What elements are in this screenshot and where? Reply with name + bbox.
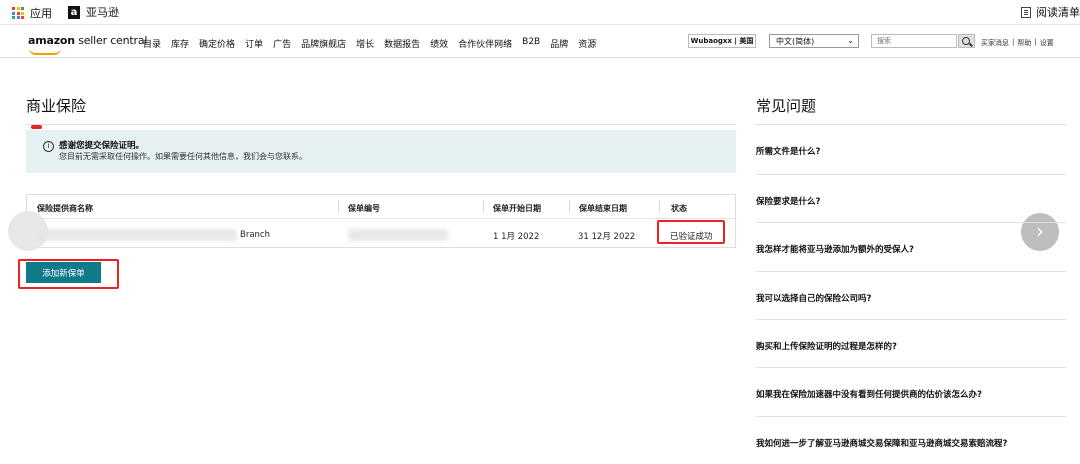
menu-item-growth[interactable]: 增长 [356,37,374,50]
notice-body: 您目前无需采取任何操作。如果需要任何其他信息，我们会与您联系。 [59,152,307,161]
faq-question: 我如何进一步了解亚马逊商城交易保障和亚马逊商城交易索赔流程? [756,439,1008,449]
redacted-policy-number [348,229,448,241]
col-separator [338,200,339,213]
page-title: 商业保险 [26,97,87,115]
top-navigation: amazon seller central 目录 库存 确定价格 订单 广告 品… [0,25,1080,58]
faq-question: 如果我在保险加速器中没有看到任何提供商的估价该怎么办? [756,390,982,400]
apps-grid-dot [12,7,15,10]
menu-item-partner-network[interactable]: 合作伙伴网络 [458,37,512,50]
faq-item[interactable]: 我如何进一步了解亚马逊商城交易保障和亚马逊商城交易索赔流程? [756,416,1066,464]
main-menu: 目录 库存 确定价格 订单 广告 品牌旗舰店 增长 数据报告 绩效 合作伙伴网络… [143,37,596,50]
end-date: 31 12月 2022 [578,232,636,242]
apps-grid-dot [21,7,24,10]
apps-grid-dot [21,11,24,15]
annotation-mark [31,125,42,129]
menu-item-b2b[interactable]: B2B [522,37,540,50]
col-status: 状态 [671,204,687,213]
amazon-smile-icon [29,48,61,55]
apps-label: 应用 [30,7,52,20]
account-switcher[interactable]: Wubaogxx | 美国 [688,34,756,48]
logo-sc-text: seller central [74,34,148,47]
start-date: 1 1月 2022 [493,232,540,242]
apps-grid-dot [12,11,15,15]
amazon-logo-icon: a [68,5,80,19]
menu-item-brands[interactable]: 品牌 [550,37,568,50]
menu-item-resources[interactable]: 资源 [578,37,596,50]
col-policy-number: 保单编号 [348,204,380,213]
apps-grid-dot [16,16,20,19]
bookmarks-bar: 应用 a 亚马逊 阅读清单 [0,0,1080,25]
menu-item-pricing[interactable]: 确定价格 [199,37,235,50]
menu-item-catalog[interactable]: 目录 [143,37,161,50]
chevron-down-icon: ⌄ [847,36,854,45]
col-separator [569,200,570,213]
faq-item[interactable]: 购买和上传保险证明的过程是怎样的? [756,319,1066,367]
seller-central-logo[interactable]: amazon seller central [28,34,147,47]
menu-item-performance[interactable]: 绩效 [430,37,448,50]
carousel-prev-button[interactable] [8,211,48,251]
reading-list-icon [1021,6,1031,18]
faq-item[interactable]: 保险要求是什么? [756,174,1066,222]
faq-question: 我可以选择自己的保险公司吗? [756,294,872,304]
language-value: 中文(简体) [776,36,815,46]
apps-bookmark[interactable]: 应用 [12,5,52,21]
faq-title: 常见问题 [756,97,817,115]
buyer-messages-link[interactable]: 买家消息 [981,38,1009,48]
settings-link[interactable]: 设置 [1040,38,1054,48]
apps-grid-dot [16,11,20,15]
menu-item-inventory[interactable]: 库存 [171,37,189,50]
apps-grid-dot [12,16,15,19]
provider-name: Branch [240,230,270,240]
divider [26,124,736,125]
faq-question: 购买和上传保险证明的过程是怎样的? [756,342,897,352]
menu-item-stores[interactable]: 品牌旗舰店 [301,37,346,50]
amazon-bookmark-label: 亚马逊 [86,6,119,19]
menu-item-advertising[interactable]: 广告 [273,37,291,50]
logo-amazon-text: amazon [28,34,75,47]
search-button[interactable] [958,34,975,48]
col-separator [659,200,660,213]
language-select[interactable]: 中文(简体) ⌄ [769,34,859,48]
policy-table: 保险提供商名称 保单编号 保单开始日期 保单结束日期 状态 Branch 1 1… [26,194,736,248]
search-icon [962,37,970,45]
search-input[interactable] [871,34,957,48]
info-icon: i [43,141,54,152]
faq-item[interactable]: 我怎样才能将亚马逊添加为额外的受保人? [756,222,1066,270]
top-links: 买家消息 | 帮助 | 设置 [981,38,1054,48]
menu-item-reports[interactable]: 数据报告 [384,37,420,50]
menu-item-orders[interactable]: 订单 [245,37,263,50]
faq-question: 所需文件是什么? [756,147,821,157]
apps-grid-dot [21,16,24,19]
faq-question: 我怎样才能将亚马逊添加为额外的受保人? [756,245,914,255]
faq-item[interactable]: 如果我在保险加速器中没有看到任何提供商的估价该怎么办? [756,367,1066,415]
info-notice: i 感谢您提交保险证明。 您目前无需采取任何操作。如果需要任何其他信息，我们会与… [26,130,736,173]
faq-question: 保险要求是什么? [756,197,821,207]
header-divider [27,218,735,219]
reading-list-label: 阅读清单 [1036,6,1080,19]
status-highlight [657,220,725,244]
link-separator: | [1012,38,1015,46]
add-policy-button[interactable]: 添加新保单 [26,262,101,283]
apps-grid-dot [16,7,20,10]
faq-item[interactable]: 所需文件是什么? [756,125,1066,173]
amazon-bookmark[interactable]: a 亚马逊 [68,4,119,20]
reading-list[interactable]: 阅读清单 [1021,4,1080,20]
apps-grid-icon [12,7,24,19]
col-separator [483,200,484,213]
col-provider: 保险提供商名称 [37,204,93,213]
redacted-provider [37,229,237,241]
col-start-date: 保单开始日期 [493,204,541,213]
col-end-date: 保单结束日期 [579,204,627,213]
help-link[interactable]: 帮助 [1017,38,1031,48]
link-separator: | [1034,38,1037,46]
notice-title: 感谢您提交保险证明。 [59,141,145,151]
faq-item[interactable]: 我可以选择自己的保险公司吗? [756,271,1066,319]
